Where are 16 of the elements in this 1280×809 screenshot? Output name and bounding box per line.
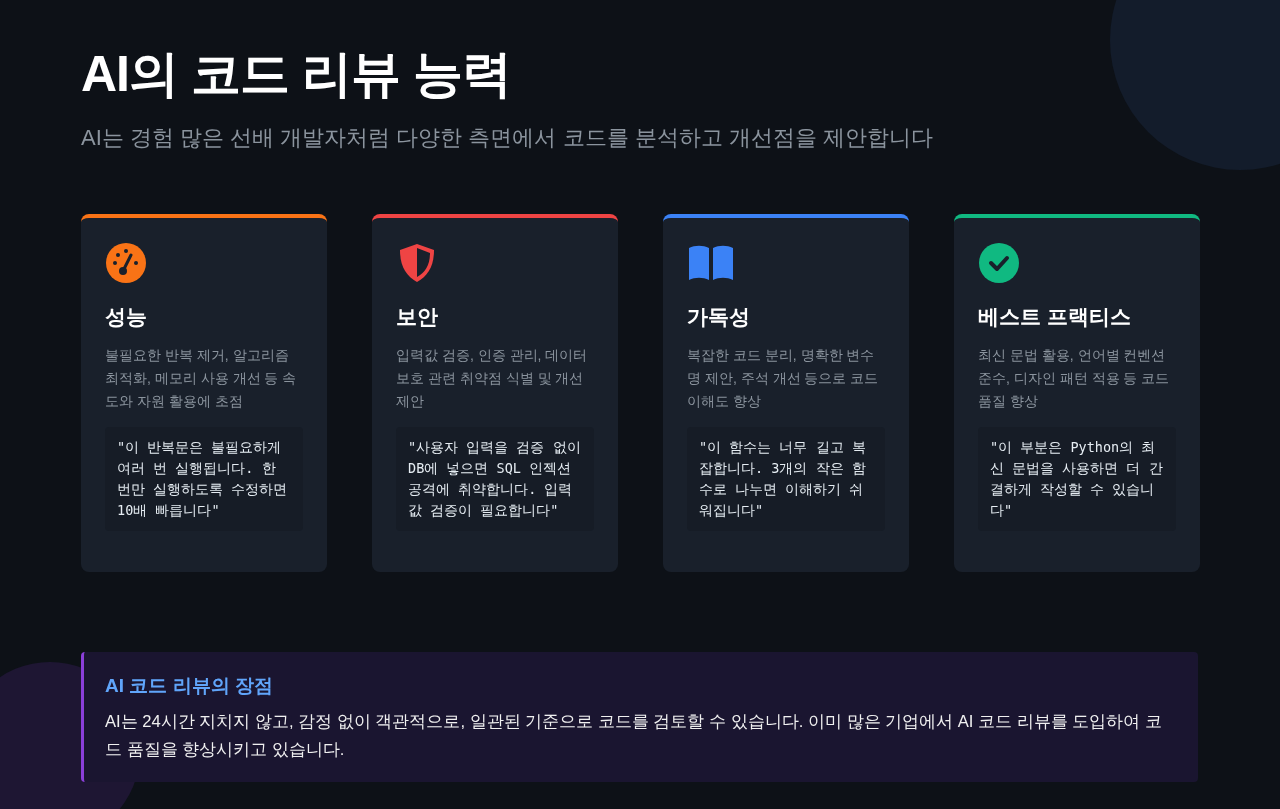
page-subtitle: AI는 경험 많은 선배 개발자처럼 다양한 측면에서 코드를 분석하고 개선점을 제안합니다 <box>81 124 933 152</box>
example-quote: "이 반복문은 불필요하게 여러 번 실행됩니다. 한 번만 실행하도록 수정하면 10배 빠릅니다" <box>105 427 303 531</box>
card-title: 성능 <box>105 304 147 330</box>
card-title: 가독성 <box>687 304 750 330</box>
example-quote: "이 함수는 너무 길고 복잡합니다. 3개의 작은 함수로 나누면 이해하기 쉬워집니다" <box>687 427 885 531</box>
card-description: 입력값 검증, 인증 관리, 데이터 보호 관련 취약점 식별 및 개선 제안 <box>396 346 589 411</box>
card-description: 최신 문법 활용, 언어별 컨벤션 준수, 디자인 패턴 적용 등 코드 품질 향상 <box>978 346 1171 411</box>
callout-text: AI는 24시간 지치지 않고, 감정 없이 객관적으로, 일관된 기준으로 코드를 검토할 수 있습니다. 이미 많은 기업에서 AI 코드 리뷰를 도입하여 코드 품질을 향상시키고 있습니다. <box>105 711 1163 761</box>
callout-heading: AI 코드 리뷰의 장점 <box>105 674 273 698</box>
page-title: AI의 코드 리뷰 능력 <box>81 45 511 104</box>
example-quote: "이 부분은 Python의 최신 문법을 사용하면 더 간결하게 작성할 수 있습니다" <box>978 427 1176 531</box>
example-quote: "사용자 입력을 검증 없이 DB에 넣으면 SQL 인젝션 공격에 취약합니다. 입력값 검증이 필요합니다" <box>396 427 594 531</box>
card-title: 보안 <box>396 304 438 330</box>
card-description: 불필요한 반복 제거, 알고리즘 최적화, 메모리 사용 개선 등 속도와 자원 활용에 초점 <box>105 346 298 411</box>
card-title: 베스트 프랙티스 <box>978 304 1131 330</box>
card-description: 복잡한 코드 분리, 명확한 변수명 제안, 주석 개선 등으로 코드 이해도 향상 <box>687 346 880 411</box>
